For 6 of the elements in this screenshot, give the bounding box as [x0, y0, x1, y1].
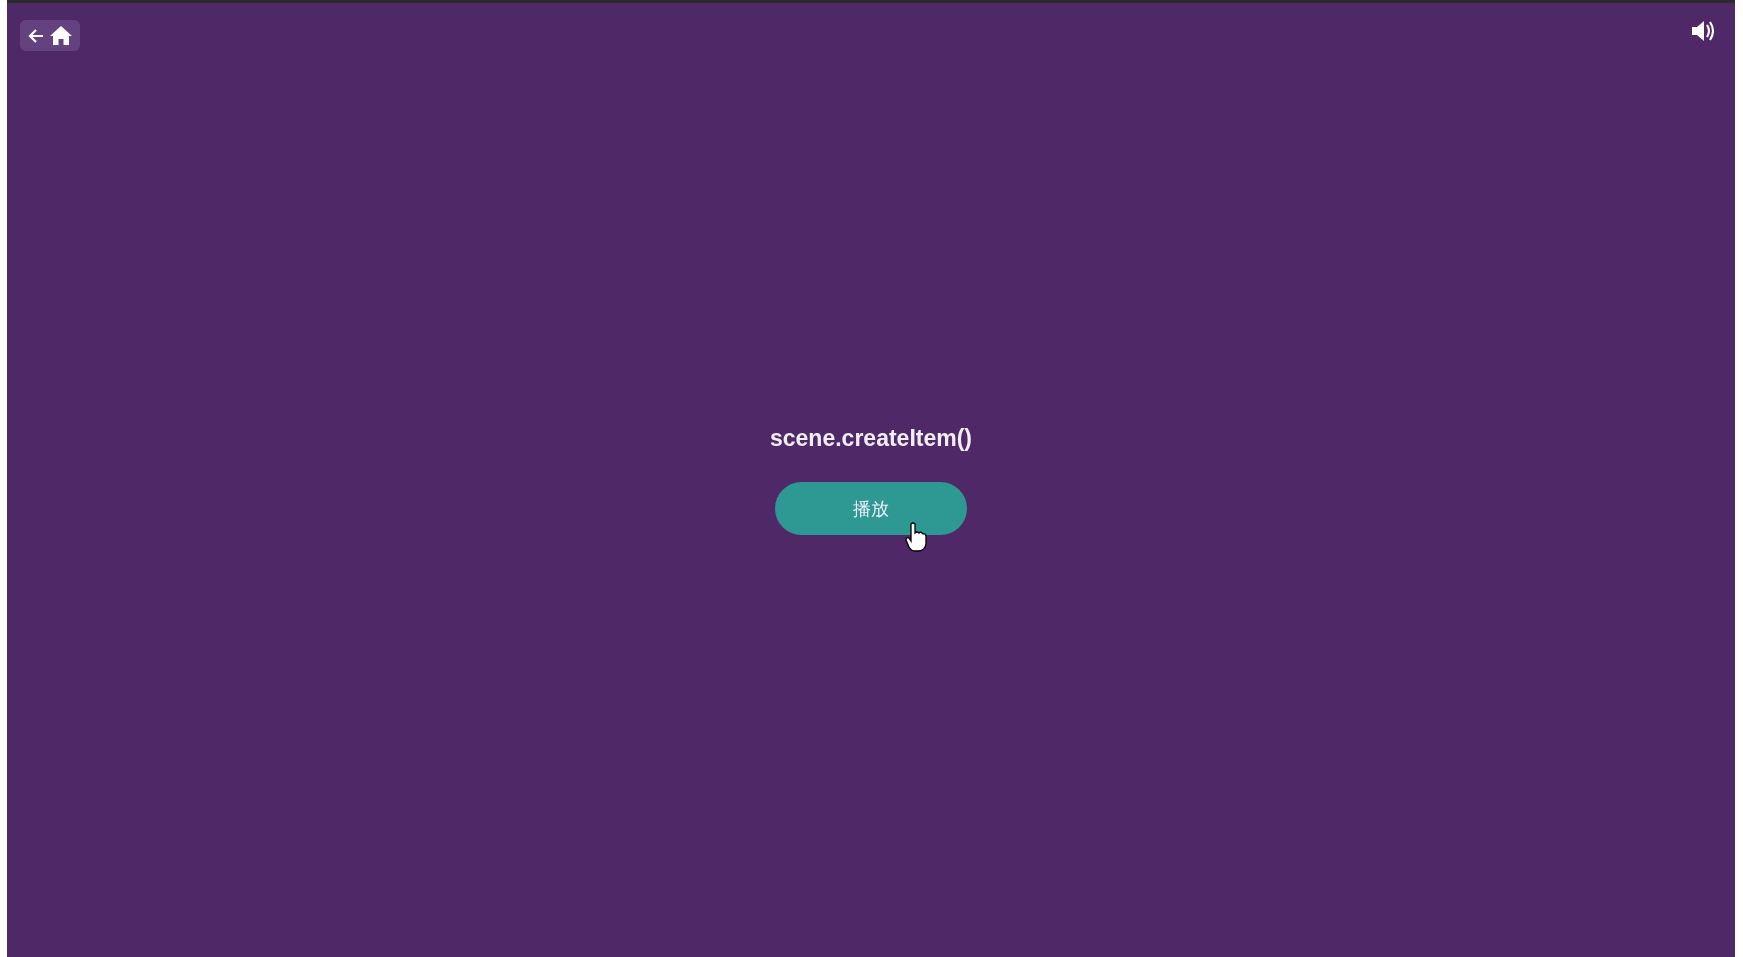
- back-icon[interactable]: [28, 28, 44, 43]
- hand-cursor-icon: [905, 522, 927, 553]
- home-icon[interactable]: [50, 26, 72, 45]
- play-button[interactable]: 播放: [775, 482, 967, 536]
- title-text: scene.createItem(): [770, 424, 972, 453]
- volume-icon[interactable]: [1691, 20, 1717, 42]
